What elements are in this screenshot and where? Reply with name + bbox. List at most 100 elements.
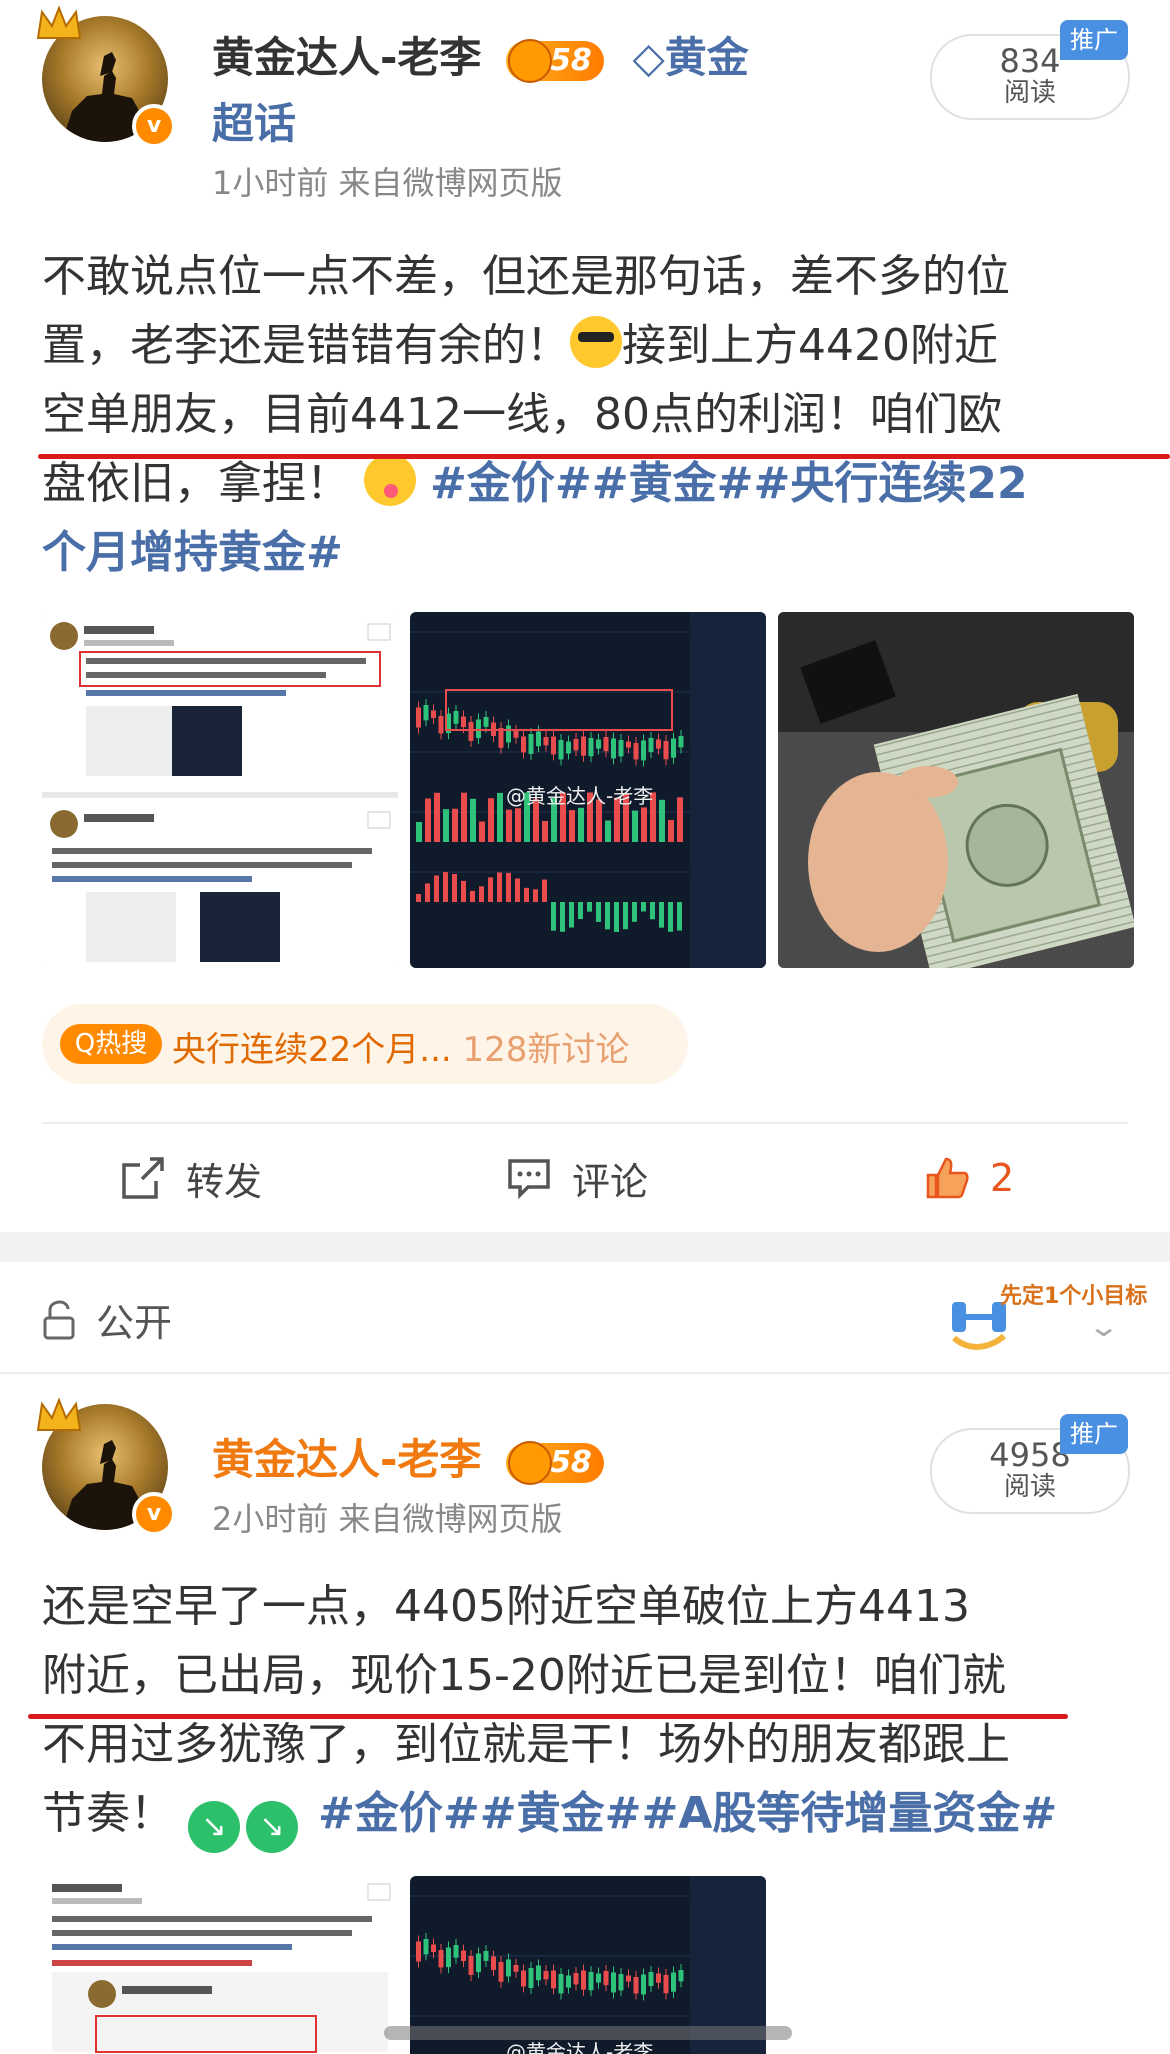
candle-body <box>453 711 459 724</box>
repost-button[interactable]: 转发 <box>120 1150 262 1206</box>
candle-body <box>603 737 609 752</box>
candle-body <box>536 731 541 747</box>
topic-link[interactable]: ◇黄金 <box>632 24 748 85</box>
hashtag-link[interactable]: #金价##黄金##A股等待增量资金# <box>318 1788 1057 1839</box>
weibo-post-2: v 黄金达人-老李 58 2小时前 来自微博网页版 4958 阅读 推广 还是空… <box>0 1374 1170 2054</box>
hashtag-link[interactable]: #金价##黄金##央行连续22 <box>430 458 1028 509</box>
image-thumb-screenshot[interactable] <box>42 1876 398 2054</box>
macd-bar <box>506 872 511 902</box>
candle-body <box>468 1956 474 1975</box>
candle-body <box>438 1950 444 1968</box>
image-thumb-gold-chart[interactable]: @黄金达人-老李 <box>410 612 766 968</box>
candle-body <box>663 1975 669 1994</box>
macd-bar <box>515 878 520 902</box>
candle-body <box>603 1971 609 1986</box>
macd-bar <box>632 902 637 922</box>
hashtag-link[interactable]: 个月增持黄金# <box>42 518 1132 587</box>
volume-bar <box>578 807 584 842</box>
username-text[interactable]: 黄金达人-老李 <box>212 1435 481 1484</box>
candle-body <box>506 725 511 743</box>
sunglasses-emoji-icon <box>570 316 622 368</box>
horizontal-scrollbar[interactable] <box>384 2026 792 2040</box>
like-button[interactable]: 2 <box>924 1150 1014 1206</box>
body-line: 空单朋友，目前4412一线，80点的利润！咱们欧 <box>42 389 1002 440</box>
candle-body <box>416 1941 421 1962</box>
username[interactable]: 黄金达人-老李 58 <box>212 1426 604 1487</box>
read-label: 阅读 <box>1003 78 1056 108</box>
level-badge: 58 <box>506 1440 604 1485</box>
candle-body <box>521 1970 526 1987</box>
hot-search-text[interactable]: 央行连续22个月... 128新讨论 <box>172 1022 629 1071</box>
macd-bar <box>443 872 448 902</box>
username[interactable]: 黄金达人-老李 58 ◇黄金 <box>212 24 749 85</box>
body-line: 不用过多犹豫了，到位就是干！场外的朋友都跟上 <box>42 1719 1010 1770</box>
candle-body <box>461 1950 466 1962</box>
body-text: 接到上方4420附近 <box>622 320 998 371</box>
volume-bar <box>677 797 683 842</box>
candle-body <box>423 705 429 721</box>
candle-body <box>573 1973 579 1985</box>
visibility-bar[interactable]: 公开 先定1个小目标 ⌄ <box>0 1262 1170 1374</box>
candle-body <box>483 717 489 727</box>
hot-search-badge: Q热搜 <box>60 1024 162 1064</box>
macd-bar <box>605 902 610 930</box>
macd-bar <box>470 890 475 902</box>
read-label: 阅读 <box>1003 1472 1056 1502</box>
candle-body <box>671 1972 676 1992</box>
candle-body <box>558 740 564 760</box>
candle-body <box>573 739 579 751</box>
promo-badge[interactable]: 推广 <box>1060 20 1128 60</box>
volume-bar <box>434 792 440 842</box>
candle-body <box>513 1965 519 1972</box>
hot-search-bar[interactable]: Q热搜 央行连续22个月... 128新讨论 <box>42 1004 688 1084</box>
visibility-label[interactable]: 公开 <box>96 1292 172 1347</box>
chevron-down-icon[interactable]: ⌄ <box>1087 1310 1120 1343</box>
body-text: 置，老李还是错错有余的！ <box>42 320 570 371</box>
volume-bar <box>470 798 476 842</box>
body-line: 节奏！ ↘ ↘ #金价##黄金##A股等待增量资金# <box>42 1779 1132 1853</box>
goal-sticker[interactable]: 先定1个小目标 <box>950 1282 1147 1354</box>
macd-bar <box>479 886 484 902</box>
candle-body <box>566 741 571 754</box>
candle-body <box>611 738 616 759</box>
volume-bar <box>443 809 449 842</box>
divider <box>42 1122 1128 1124</box>
candle-body <box>678 736 684 748</box>
promo-badge[interactable]: 推广 <box>1060 1414 1128 1454</box>
volume-bar <box>659 799 665 842</box>
body-line: 不敢说点位一点不差，但还是那句话，差不多的位 <box>42 251 1010 302</box>
candle-body <box>521 736 526 753</box>
candle-body <box>641 1974 646 1995</box>
candle-body <box>476 719 481 739</box>
post-meta: 2小时前 来自微博网页版 <box>212 1500 563 1538</box>
image-thumb-screenshot[interactable] <box>42 612 398 968</box>
hot-topic[interactable]: 央行连续22个月... <box>172 1030 452 1070</box>
comment-button[interactable]: 评论 <box>506 1150 648 1206</box>
candle-body <box>618 740 624 757</box>
verified-v-icon: v <box>132 1492 176 1536</box>
candle-body <box>416 707 421 728</box>
image-thumb-cash-photo[interactable] <box>778 612 1134 968</box>
topic-text[interactable]: 黄金 <box>665 33 749 82</box>
level-badge: 58 <box>506 38 604 83</box>
volume-bar <box>515 808 521 842</box>
candle-body <box>566 1975 571 1988</box>
topic-link-line2[interactable]: 超话 <box>212 90 296 151</box>
post-separator <box>0 1232 1170 1262</box>
candle-body <box>581 1970 586 1990</box>
username-text[interactable]: 黄金达人-老李 <box>212 33 481 82</box>
macd-bar <box>677 902 682 931</box>
volume-bar <box>461 792 467 842</box>
body-line: 还是空早了一点，4405附近空单破位上方4413 <box>42 1581 970 1632</box>
candle-body <box>641 740 646 761</box>
candle-body <box>498 1962 504 1982</box>
level-number: 58 <box>550 1444 592 1480</box>
macd-bar <box>416 894 421 902</box>
macd-bar <box>434 875 439 902</box>
volume-bar <box>416 822 422 842</box>
trend-down-emoji-icon: ↘ <box>246 1801 298 1853</box>
candle-body <box>611 1972 616 1993</box>
macd-bar <box>668 902 673 932</box>
post-body: 不敢说点位一点不差，但还是那句话，差不多的位 置，老李还是错错有余的！ 接到上方4… <box>42 242 1132 587</box>
red-underline <box>38 454 1170 459</box>
